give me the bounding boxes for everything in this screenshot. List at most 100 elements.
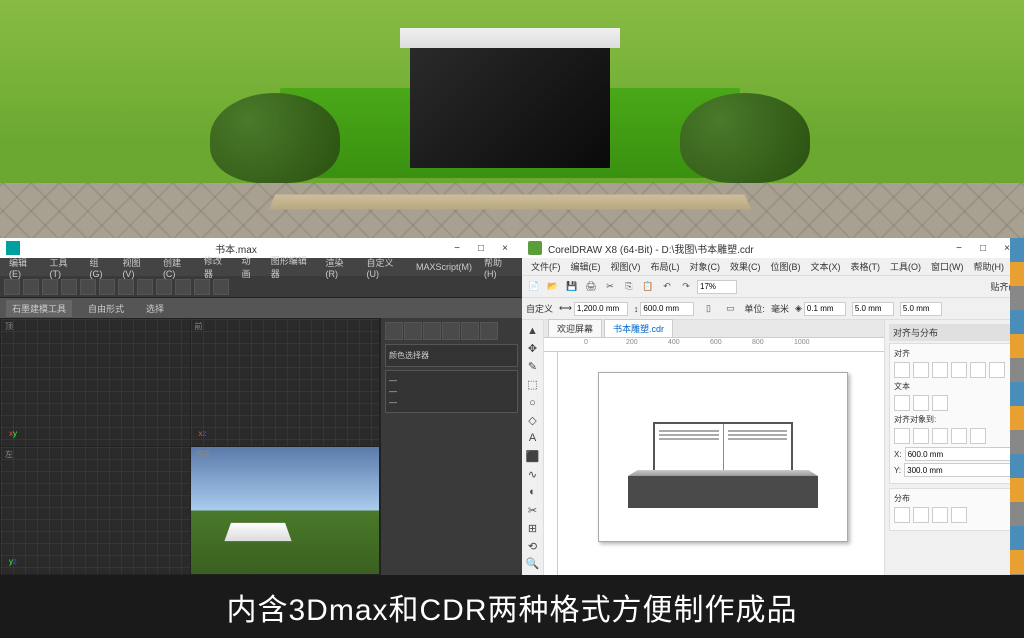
viewport-front[interactable]: 前 xz <box>191 319 380 446</box>
page-height-field[interactable] <box>640 302 694 316</box>
panel-tab-create[interactable] <box>385 322 403 340</box>
shape-tool-icon[interactable]: ✥ <box>524 341 542 357</box>
eyedropper-tool-icon[interactable]: ✂ <box>524 502 542 518</box>
tab-document[interactable]: 书本雕塑.cdr <box>604 319 673 337</box>
max-menu-view[interactable]: 视图(V) <box>117 255 156 280</box>
ribbon-freeform[interactable]: 自由形式 <box>82 300 130 317</box>
max-tool-mirror[interactable] <box>156 279 172 295</box>
max-menu-help[interactable]: 帮助(H) <box>479 255 518 280</box>
page-width-field[interactable] <box>574 302 628 316</box>
cdr-menu-file[interactable]: 文件(F) <box>526 259 566 274</box>
print-icon[interactable]: 🖨 <box>583 279 599 295</box>
max-tool-align[interactable] <box>175 279 191 295</box>
max-menu-group[interactable]: 组(G) <box>85 255 116 280</box>
align-left-icon[interactable] <box>894 362 910 378</box>
save-icon[interactable]: 💾 <box>564 279 580 295</box>
cdr-menu-text[interactable]: 文本(X) <box>806 259 846 274</box>
viewport-left[interactable]: 左 yz <box>1 447 190 574</box>
fill-tool-icon[interactable]: ⬛ <box>524 448 542 464</box>
panel-tab-motion[interactable] <box>442 322 460 340</box>
cdr-menu-edit[interactable]: 编辑(E) <box>566 259 606 274</box>
panel-tab-modify[interactable] <box>404 322 422 340</box>
cdr-canvas[interactable] <box>558 352 884 575</box>
crop-tool-icon[interactable]: ✎ <box>524 359 542 375</box>
dist-right-icon[interactable] <box>951 507 967 523</box>
text-center-icon[interactable] <box>932 395 948 411</box>
cdr-menu-window[interactable]: 窗口(W) <box>926 259 969 274</box>
portrait-icon[interactable]: ▯ <box>700 301 716 317</box>
redo-icon[interactable]: ↷ <box>678 279 694 295</box>
dup-y-field[interactable] <box>900 302 942 316</box>
dist-center-icon[interactable] <box>913 507 929 523</box>
align-x-field[interactable] <box>905 447 1021 461</box>
max-menu-maxscript[interactable]: MAXScript(M) <box>411 261 477 273</box>
zoom-tool-icon[interactable]: 🔍 <box>524 556 542 572</box>
align-y-field[interactable] <box>904 463 1020 477</box>
zoom-field[interactable] <box>697 280 737 294</box>
ellipse-tool-icon[interactable]: ○ <box>524 395 542 411</box>
ribbon-select[interactable]: 选择 <box>140 300 170 317</box>
max-tool-render[interactable] <box>213 279 229 295</box>
align-middle-icon[interactable] <box>970 362 986 378</box>
maximize-button[interactable]: □ <box>972 240 994 256</box>
cdr-menu-view[interactable]: 视图(V) <box>606 259 646 274</box>
max-menu-graph[interactable]: 图形编辑器 <box>266 253 319 281</box>
max-menu-animation[interactable]: 动画 <box>237 253 264 281</box>
open-icon[interactable]: 📂 <box>545 279 561 295</box>
freehand-tool-icon[interactable]: ∿ <box>524 466 542 482</box>
tab-welcome[interactable]: 欢迎屏幕 <box>548 319 602 337</box>
minimize-button[interactable]: − <box>446 240 468 256</box>
cut-icon[interactable]: ✂ <box>602 279 618 295</box>
max-menu-modifiers[interactable]: 修改器 <box>199 253 235 281</box>
max-menu-edit[interactable]: 编辑(E) <box>4 255 43 280</box>
page-preset[interactable]: 自定义 <box>526 302 553 315</box>
cdr-menu-table[interactable]: 表格(T) <box>846 259 886 274</box>
cdr-color-palette[interactable] <box>1010 238 1024 575</box>
undo-icon[interactable]: ↶ <box>659 279 675 295</box>
minimize-button[interactable]: − <box>948 240 970 256</box>
max-menu-render[interactable]: 渲染(R) <box>321 255 360 280</box>
max-tool-material[interactable] <box>194 279 210 295</box>
ribbon-graphite[interactable]: 石墨建模工具 <box>6 300 72 317</box>
max-tool-select[interactable] <box>61 279 77 295</box>
align-right-icon[interactable] <box>932 362 948 378</box>
max-tool-undo[interactable] <box>4 279 20 295</box>
max-tool-rotate[interactable] <box>99 279 115 295</box>
panel-tab-utilities[interactable] <box>480 322 498 340</box>
panel-tab-display[interactable] <box>461 322 479 340</box>
align-top-icon[interactable] <box>951 362 967 378</box>
align-to-grid-icon[interactable] <box>951 428 967 444</box>
copy-icon[interactable]: ⎘ <box>621 279 637 295</box>
align-center-icon[interactable] <box>913 362 929 378</box>
rectangle-tool-icon[interactable]: ⬚ <box>524 377 542 393</box>
new-icon[interactable]: 📄 <box>526 279 542 295</box>
max-tool-link[interactable] <box>42 279 58 295</box>
align-to-page-icon[interactable] <box>894 428 910 444</box>
cdr-menu-layout[interactable]: 布局(L) <box>646 259 685 274</box>
blend-tool-icon[interactable]: ◐ <box>524 484 542 500</box>
viewport-top[interactable]: 顶 xy <box>1 319 190 446</box>
max-menu-create[interactable]: 创建(C) <box>158 255 197 280</box>
cdr-menu-help[interactable]: 帮助(H) <box>969 259 1010 274</box>
align-to-center-icon[interactable] <box>932 428 948 444</box>
cdr-menu-tools[interactable]: 工具(O) <box>885 259 926 274</box>
polygon-tool-icon[interactable]: ◇ <box>524 413 542 429</box>
text-baseline-icon[interactable] <box>913 395 929 411</box>
transform-tool-icon[interactable]: ⟲ <box>524 538 542 554</box>
nudge-field[interactable] <box>804 302 846 316</box>
units-select[interactable]: 毫米 <box>771 302 789 315</box>
cdr-menu-bitmap[interactable]: 位图(B) <box>766 259 806 274</box>
paste-icon[interactable]: 📋 <box>640 279 656 295</box>
cdr-menu-effects[interactable]: 效果(C) <box>725 259 766 274</box>
dist-left-icon[interactable] <box>894 507 910 523</box>
max-tool-snap[interactable] <box>137 279 153 295</box>
landscape-icon[interactable]: ▭ <box>722 301 738 317</box>
text-tool-icon[interactable]: A <box>524 431 542 447</box>
cdr-menu-object[interactable]: 对象(C) <box>685 259 726 274</box>
align-to-point-icon[interactable] <box>970 428 986 444</box>
panel-tab-hierarchy[interactable] <box>423 322 441 340</box>
max-tool-move[interactable] <box>80 279 96 295</box>
max-tool-redo[interactable] <box>23 279 39 295</box>
max-menu-custom[interactable]: 自定义(U) <box>361 255 409 280</box>
viewport-perspective[interactable]: 透视 <box>191 447 380 574</box>
